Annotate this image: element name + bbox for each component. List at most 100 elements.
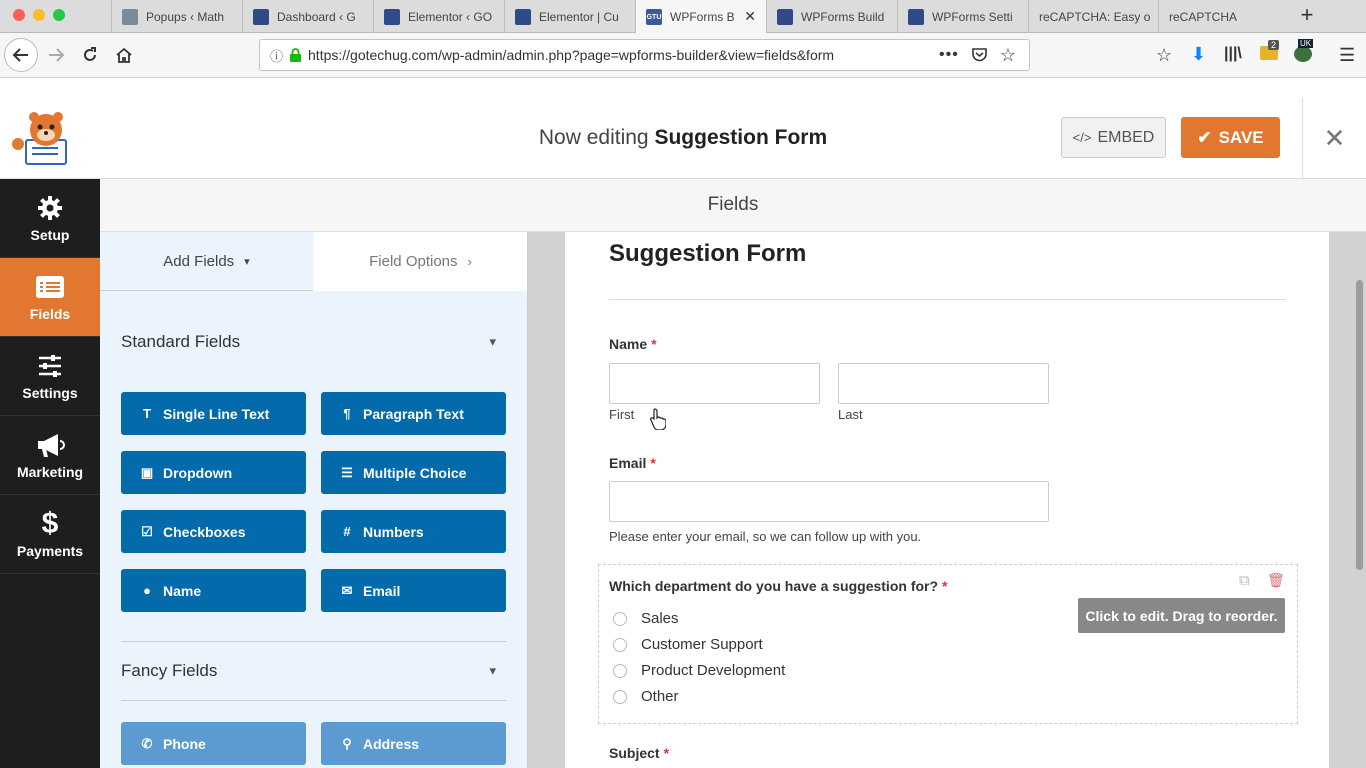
- email-input[interactable]: [609, 481, 1049, 522]
- field-button-numbers[interactable]: # Numbers: [321, 510, 506, 553]
- browser-tab[interactable]: WPForms Build: [766, 0, 897, 33]
- field-button-single-line-text[interactable]: T Single Line Text: [121, 392, 306, 435]
- bookmark-star-icon[interactable]: ☆: [1000, 45, 1016, 66]
- reload-icon: [84, 47, 96, 61]
- browser-tab[interactable]: GTU WPForms B ✕: [635, 0, 766, 34]
- sidebar-item-settings[interactable]: Settings: [0, 337, 100, 416]
- sidebar-item-label: Settings: [22, 385, 78, 401]
- last-sublabel: Last: [838, 407, 863, 422]
- radio-option[interactable]: Other: [613, 688, 679, 705]
- tab-label: WPForms Build: [801, 9, 885, 24]
- browser-tab[interactable]: reCAPTCHA: Easy o: [1028, 0, 1158, 33]
- menu-hamburger-icon[interactable]: ☰: [1339, 45, 1355, 66]
- reading-list-star-icon[interactable]: ☆: [1156, 45, 1172, 66]
- back-arrow-icon: [12, 48, 28, 62]
- window-minimize-dot[interactable]: [33, 9, 45, 21]
- last-name-input[interactable]: [838, 363, 1049, 404]
- field-button-address[interactable]: ⚲ Address: [321, 722, 506, 765]
- fancy-fields-header[interactable]: Fancy Fields ▾: [121, 661, 506, 681]
- library-icon[interactable]: |||\: [1224, 45, 1242, 63]
- form-name: Suggestion Form: [654, 126, 828, 149]
- email-help-text: Please enter your email, so we can follo…: [609, 529, 922, 544]
- close-tab-icon[interactable]: ✕: [744, 8, 756, 25]
- duplicate-icon[interactable]: ⧉: [1239, 572, 1250, 589]
- tab-label: Dashboard ‹ G: [277, 9, 356, 24]
- folder-extension-icon[interactable]: 2: [1260, 40, 1280, 60]
- radio-option[interactable]: Product Development: [613, 662, 785, 679]
- download-badge: 2: [1268, 40, 1280, 50]
- field-button-dropdown[interactable]: ▣ Dropdown: [121, 451, 306, 494]
- list-icon: [36, 276, 64, 298]
- preview-scrollbar[interactable]: [1356, 280, 1363, 570]
- field-button-email[interactable]: ✉ Email: [321, 569, 506, 612]
- download-icon[interactable]: ⬇: [1191, 44, 1206, 65]
- forward-button[interactable]: [40, 39, 72, 71]
- field-type-icon: T: [143, 406, 151, 421]
- subject-field-label[interactable]: Subject *: [609, 745, 669, 761]
- browser-tab[interactable]: Dashboard ‹ G: [242, 0, 373, 33]
- embed-button[interactable]: </> EMBED: [1061, 117, 1166, 158]
- radio-option[interactable]: Sales: [613, 610, 679, 627]
- builder-header: Now editing Suggestion Form </> EMBED ✔ SA…: [0, 98, 1366, 179]
- save-button[interactable]: ✔ SAVE: [1181, 117, 1280, 158]
- field-button-label: Dropdown: [163, 464, 233, 481]
- field-type-icon: ▣: [140, 464, 154, 480]
- radio-circle-icon[interactable]: [613, 611, 627, 626]
- tab-label: reCAPTCHA: [1169, 9, 1238, 24]
- radio-label: Sales: [641, 610, 679, 627]
- form-title: Suggestion Form: [609, 240, 807, 267]
- field-button-label: Multiple Choice: [363, 464, 467, 481]
- field-button-checkboxes[interactable]: ☑ Checkboxes: [121, 510, 306, 553]
- browser-nav-bar: ⓘ https://gotechug.com/wp-admin/admin.ph…: [0, 33, 1366, 78]
- browser-tab[interactable]: WPForms Setti: [897, 0, 1028, 33]
- window-zoom-dot[interactable]: [53, 9, 65, 21]
- field-button-paragraph-text[interactable]: ¶ Paragraph Text: [321, 392, 506, 435]
- email-field-label[interactable]: Email *: [609, 455, 656, 471]
- radio-option[interactable]: Customer Support: [613, 636, 763, 653]
- browser-tab[interactable]: reCAPTCHA: [1158, 0, 1288, 33]
- radio-circle-icon[interactable]: [613, 689, 627, 704]
- chevron-down-icon: ▾: [244, 256, 250, 268]
- sidebar-item-fields[interactable]: Fields: [0, 258, 100, 337]
- label-text: Name: [609, 336, 648, 352]
- tab-favicon-icon: [253, 8, 269, 25]
- new-tab-button[interactable]: +: [1294, 3, 1320, 29]
- reload-button[interactable]: [74, 39, 106, 71]
- tab-favicon-icon: [122, 8, 138, 25]
- checkmark-icon: ✔: [1197, 127, 1212, 147]
- required-mark: *: [650, 455, 656, 471]
- fancy-fields-title: Fancy Fields: [121, 661, 218, 680]
- globe-extension-icon[interactable]: UK: [1294, 39, 1314, 62]
- name-field-label[interactable]: Name *: [609, 336, 657, 352]
- browser-tab[interactable]: Elementor ‹ GO: [373, 0, 504, 33]
- close-builder-button[interactable]: ✕: [1302, 98, 1366, 179]
- tab-field-options[interactable]: Field Options ›: [313, 232, 527, 291]
- sidebar-item-marketing[interactable]: Marketing: [0, 416, 100, 495]
- info-icon[interactable]: ⓘ: [270, 46, 283, 65]
- field-button-name[interactable]: ● Name: [121, 569, 306, 612]
- field-button-phone[interactable]: ✆ Phone: [121, 722, 306, 765]
- department-field-label[interactable]: Which department do you have a suggestio…: [609, 578, 947, 594]
- lock-icon: [290, 47, 302, 62]
- first-name-input[interactable]: [609, 363, 820, 404]
- field-type-icon: ⚲: [342, 735, 352, 751]
- page-actions-icon[interactable]: •••: [939, 46, 959, 64]
- browser-tab[interactable]: Popups ‹ Math: [111, 0, 242, 33]
- tab-add-fields[interactable]: Add Fields ▾: [100, 232, 313, 291]
- sidebar-item-setup[interactable]: Setup: [0, 179, 100, 258]
- window-close-dot[interactable]: [13, 9, 25, 21]
- radio-circle-icon[interactable]: [613, 637, 627, 652]
- url-bar[interactable]: ⓘ https://gotechug.com/wp-admin/admin.ph…: [259, 39, 1030, 71]
- tab-favicon-icon: [777, 8, 793, 25]
- trash-icon[interactable]: 🗑: [1267, 572, 1285, 589]
- tab-label: reCAPTCHA: Easy o: [1039, 9, 1151, 24]
- radio-circle-icon[interactable]: [613, 663, 627, 678]
- field-button-multiple-choice[interactable]: ☰ Multiple Choice: [321, 451, 506, 494]
- back-button[interactable]: [4, 38, 38, 72]
- sliders-icon: [39, 355, 61, 377]
- home-button[interactable]: [108, 39, 140, 71]
- standard-fields-header[interactable]: Standard Fields ▾: [121, 332, 506, 352]
- sidebar-item-payments[interactable]: $ Payments: [0, 495, 100, 574]
- pocket-icon[interactable]: [971, 47, 988, 63]
- browser-tab[interactable]: Elementor | Cu: [504, 0, 635, 33]
